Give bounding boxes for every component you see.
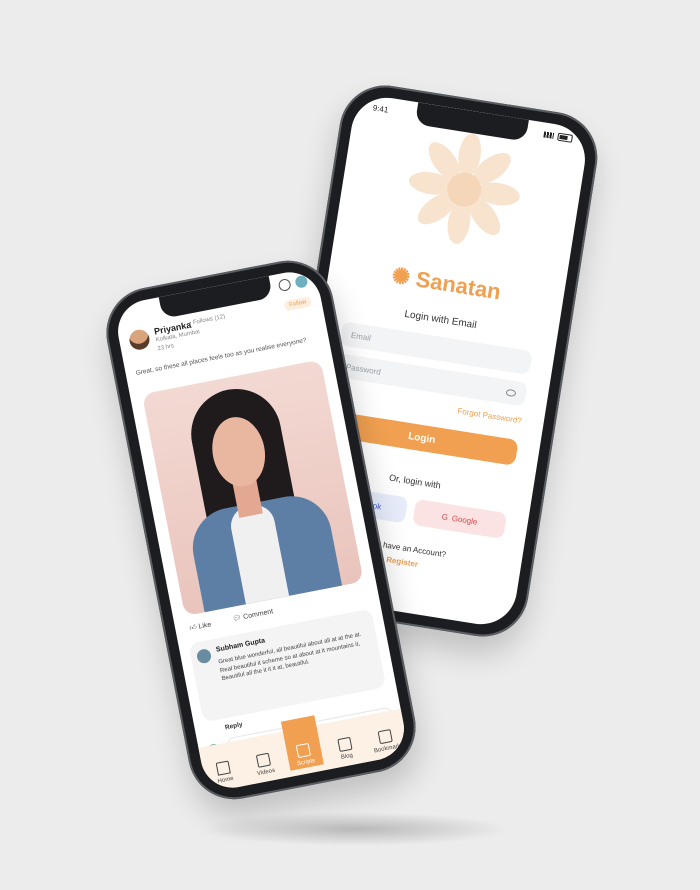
- email-placeholder: Email: [350, 330, 372, 343]
- comment-button[interactable]: 💬︎ Comment: [232, 607, 274, 624]
- like-label: Like: [197, 621, 212, 631]
- flower-icon: ✺: [389, 262, 413, 291]
- blog-icon: [336, 736, 353, 753]
- reply-link[interactable]: Reply: [224, 721, 243, 731]
- follow-button[interactable]: Follow: [283, 296, 313, 312]
- like-button[interactable]: 👍︎ Like: [189, 619, 212, 632]
- brand-name: Sanatan: [414, 266, 503, 305]
- top-icons: [277, 274, 309, 293]
- tab-label: Blog: [340, 752, 354, 761]
- google-label: Google: [451, 513, 479, 527]
- post-time: 23 hrs: [157, 343, 175, 353]
- password-placeholder: Password: [345, 361, 382, 377]
- floor-shadow: [200, 812, 510, 846]
- search-icon[interactable]: [277, 277, 292, 293]
- tab-videos[interactable]: Videos: [246, 751, 284, 779]
- tab-label: Home: [217, 775, 235, 785]
- tab-label: Bookmark: [373, 743, 402, 755]
- commenter-avatar[interactable]: [195, 647, 213, 665]
- bookmark-icon: [377, 729, 393, 745]
- stage: 9:41 ✺ Sanatan Login with Email Email Pa…: [0, 0, 700, 890]
- signal-icon: [543, 131, 555, 139]
- google-login-button[interactable]: G Google: [412, 498, 508, 539]
- bottom-tab-bar: Home Videos Scripts Blog Bookmark: [198, 708, 410, 794]
- author-avatar[interactable]: [127, 327, 152, 352]
- google-icon: G: [441, 511, 449, 522]
- tab-label: Videos: [256, 767, 276, 778]
- comment-label: Comment: [242, 608, 274, 621]
- status-icons: [543, 130, 574, 143]
- comment-text: Great blue wonderful, all beautiful abou…: [217, 631, 362, 683]
- tab-label: Scripts: [296, 757, 316, 768]
- tab-blog[interactable]: Blog: [327, 735, 365, 763]
- eye-icon[interactable]: [505, 388, 517, 397]
- book-icon: [296, 742, 312, 759]
- home-icon: [215, 760, 231, 776]
- post-followers: • Follows (12): [188, 313, 226, 327]
- profile-avatar[interactable]: [294, 274, 309, 289]
- status-time: 9:41: [372, 102, 390, 115]
- video-icon: [256, 752, 272, 768]
- battery-icon: [557, 132, 574, 143]
- post-photo[interactable]: [141, 359, 364, 617]
- forgot-password-link[interactable]: Forgot Password?: [457, 406, 523, 425]
- decorative-flower-icon: [395, 120, 532, 257]
- tab-bookmark[interactable]: Bookmark: [367, 727, 405, 755]
- tab-home[interactable]: Home: [205, 758, 243, 786]
